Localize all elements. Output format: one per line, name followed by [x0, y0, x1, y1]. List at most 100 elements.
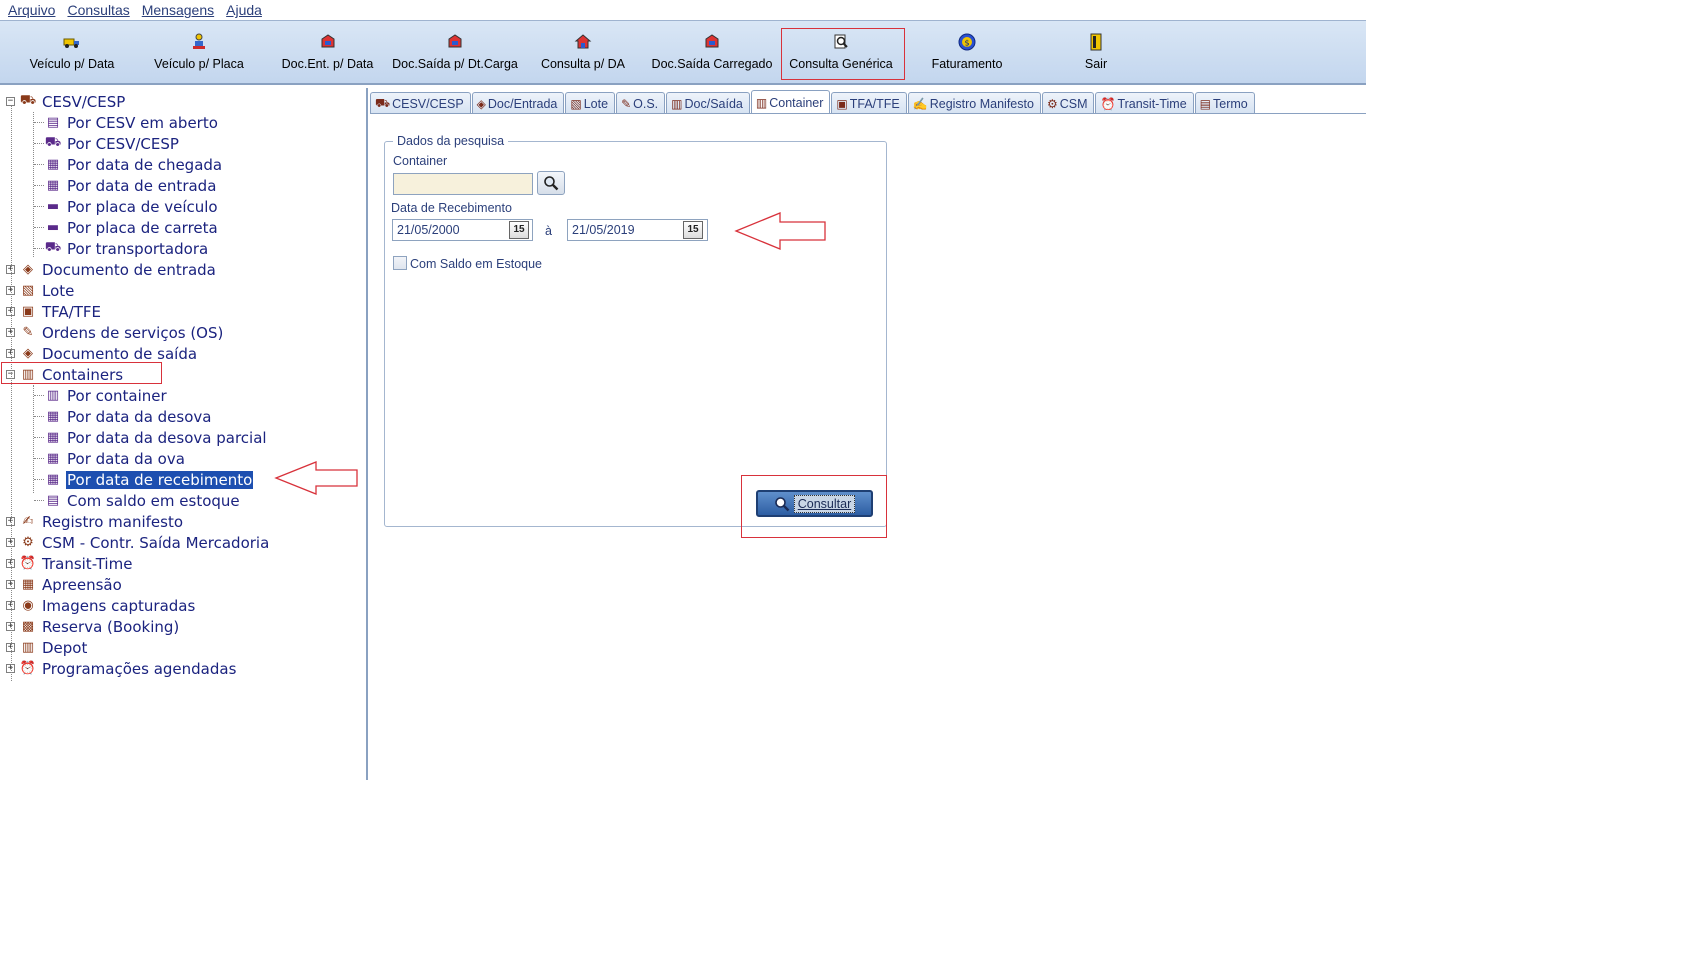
tree-item-label: Por placa de carreta [67, 218, 218, 237]
menu-consultas[interactable]: Consultas [65, 2, 131, 18]
tree-item-por-data-da-desova-parcial[interactable]: ▦ Por data da desova parcial [44, 427, 268, 448]
tab-container[interactable]: ▥ Container [750, 90, 831, 113]
vehicle-by-date-button[interactable]: Veículo p/ Data [30, 27, 114, 79]
doc-out-icon [445, 31, 465, 53]
tree-item-reserva-booking[interactable]: + ▩ Reserva (Booking) [6, 616, 180, 637]
tab-transit-time[interactable]: ⏰ Transit-Time [1095, 92, 1194, 113]
tree-item-documento-de-saida[interactable]: + ◈ Documento de saída [6, 343, 198, 364]
billing-button[interactable]: $ Faturamento [925, 27, 1009, 79]
menu-ajuda[interactable]: Ajuda [224, 2, 264, 18]
menu-mensagens[interactable]: Mensagens [140, 2, 216, 18]
tree-connector [33, 385, 34, 493]
tree-item-label: CESV/CESP [42, 92, 126, 111]
tree-connector [34, 185, 44, 186]
tab-icon: ✍ [912, 96, 928, 111]
tree-item-label: Lote [42, 281, 75, 300]
tree-item-label: Programações agendadas [42, 659, 237, 678]
tree-item-label: Depot [42, 638, 88, 657]
tree-item-por-placa-de-carreta[interactable]: ▬ Por placa de carreta [44, 217, 219, 238]
tree-node-icon: ⛟ [44, 240, 62, 255]
tab-icon: ⏰ [1100, 96, 1116, 111]
vehicle-by-plate-button[interactable]: Veículo p/ Placa [150, 27, 248, 79]
collapse-icon[interactable]: − [6, 97, 15, 106]
tree-item-label: Registro manifesto [42, 512, 184, 531]
tree-node-icon: ▥ [21, 640, 35, 655]
tree-item-por-container[interactable]: ▥ Por container [44, 385, 168, 406]
tree-item-label: Por data da desova parcial [67, 428, 267, 447]
tree-node-icon: ✎ [22, 325, 34, 340]
search-icon [544, 176, 559, 191]
tree-item-com-saldo-em-estoque[interactable]: ▤ Com saldo em estoque [44, 490, 241, 511]
doc-exit-by-load-date-button[interactable]: Doc.Saída p/ Dt.Carga [390, 27, 520, 79]
menu-arquivo[interactable]: Arquivo [6, 2, 57, 18]
tree-item-label: Apreensão [42, 575, 122, 594]
tree-item-ordens-de-servicos-os[interactable]: + ✎ Ordens de serviços (OS) [6, 322, 224, 343]
tree-node-icon: ◉ [22, 598, 34, 613]
tree-node-icon: ⚙ [22, 535, 34, 550]
tab-cesv-cesp[interactable]: ⛟ CESV/CESP [370, 92, 471, 113]
menu-bar: Arquivo Consultas Mensagens Ajuda [0, 0, 1366, 20]
tree-item-por-placa-de-veiculo[interactable]: ▬ Por placa de veículo [44, 196, 219, 217]
truck-icon [62, 31, 82, 53]
exit-button[interactable]: Sair [1060, 27, 1132, 79]
navigation-tree: − ⛟ CESV/CESP ▤ Por CESV em aberto ⛟ Por CESV/… [0, 88, 368, 780]
tab-tfa-tfe[interactable]: ▣ TFA/TFE [831, 92, 907, 113]
tree-item-registro-manifesto[interactable]: + ✍ Registro manifesto [6, 511, 184, 532]
container-query-panel: Dados da pesquisa Container Data de Rece… [370, 114, 1366, 780]
date-from-value: 21/05/2000 [397, 223, 460, 237]
tab-label: Lote [583, 96, 609, 111]
tree-item-por-data-de-recebimento[interactable]: ▦ Por data de recebimento [44, 469, 255, 490]
tree-connector [34, 206, 44, 207]
tab-doc-saida[interactable]: ▥ Doc/Saída [666, 92, 750, 113]
tree-connector [34, 500, 44, 501]
tab-lote[interactable]: ▧ Lote [565, 92, 616, 113]
tree-node-icon: ▦ [46, 409, 60, 424]
container-field[interactable] [393, 173, 533, 195]
calendar-from-icon[interactable]: 15 [509, 221, 529, 239]
tab-csm[interactable]: ⚙ CSM [1041, 92, 1095, 113]
calendar-to-icon[interactable]: 15 [683, 221, 703, 239]
tree-connector [34, 227, 44, 228]
tree-item-csm-contr-saida-mercadoria[interactable]: + ⚙ CSM - Contr. Saída Mercadoria [6, 532, 270, 553]
generic-query-highlight [781, 28, 905, 80]
tree-item-apreensao[interactable]: + ▦ Apreensão [6, 574, 123, 595]
doc-exit-loaded-button[interactable]: Doc.Saída Carregado [648, 27, 776, 79]
tree-item-transit-time[interactable]: + ⏰ Transit-Time [6, 553, 133, 574]
tree-item-imagens-capturadas[interactable]: + ◉ Imagens capturadas [6, 595, 196, 616]
container-lookup-button[interactable] [537, 171, 565, 195]
stock-balance-checkbox[interactable] [393, 256, 407, 270]
tab-o-s[interactable]: ✎ O.S. [616, 92, 666, 113]
tree-item-programacoes-agendadas[interactable]: + ⏰ Programações agendadas [6, 658, 237, 679]
tree-item-label: Por container [67, 386, 167, 405]
tab-doc-entrada[interactable]: ◈ Doc/Entrada [471, 92, 565, 113]
tab-icon: ⚙ [1046, 96, 1058, 111]
tree-node-icon: ▦ [46, 451, 60, 466]
tree-item-label: Por CESV/CESP [67, 134, 179, 153]
tree-item-por-data-de-chegada[interactable]: ▦ Por data de chegada [44, 154, 223, 175]
doc-entry-by-date-button[interactable]: Doc.Ent. p/ Data [280, 27, 375, 79]
tab-registro-manifesto[interactable]: ✍ Registro Manifesto [907, 92, 1041, 113]
tree-item-por-cesv-cesp[interactable]: ⛟ Por CESV/CESP [44, 133, 180, 154]
tree-item-por-data-da-ova[interactable]: ▦ Por data da ova [44, 448, 186, 469]
tree-item-por-transportadora[interactable]: ⛟ Por transportadora [44, 238, 209, 259]
consult-by-da-button[interactable]: Consulta p/ DA [538, 27, 628, 79]
tab-termo[interactable]: ▤ Termo [1194, 92, 1255, 113]
tab-label: Registro Manifesto [929, 96, 1034, 111]
tree-connector [11, 106, 12, 681]
tree-item-label: Ordens de serviços (OS) [42, 323, 224, 342]
tree-item-documento-de-entrada[interactable]: + ◈ Documento de entrada [6, 259, 217, 280]
tree-item-label: Transit-Time [42, 554, 133, 573]
tree-item-por-cesv-em-aberto[interactable]: ▤ Por CESV em aberto [44, 112, 219, 133]
tree-item-tfa-tfe[interactable]: + ▣ TFA/TFE [6, 301, 102, 322]
tab-label: TFA/TFE [849, 96, 900, 111]
tree-item-lote[interactable]: + ▧ Lote [6, 280, 75, 301]
stock-balance-label[interactable]: Com Saldo em Estoque [410, 257, 542, 271]
tree-connector [34, 458, 44, 459]
tree-node-icon: ⛟ [44, 135, 62, 150]
tree-item-por-data-da-desova[interactable]: ▦ Por data da desova [44, 406, 212, 427]
tree-item-por-data-de-entrada[interactable]: ▦ Por data de entrada [44, 175, 217, 196]
tree-item-cesv-cesp[interactable]: − ⛟ CESV/CESP [6, 91, 126, 112]
tree-item-depot[interactable]: + ▥ Depot [6, 637, 88, 658]
tree-node-icon: ▧ [21, 283, 35, 298]
container-label: Container [393, 154, 448, 168]
